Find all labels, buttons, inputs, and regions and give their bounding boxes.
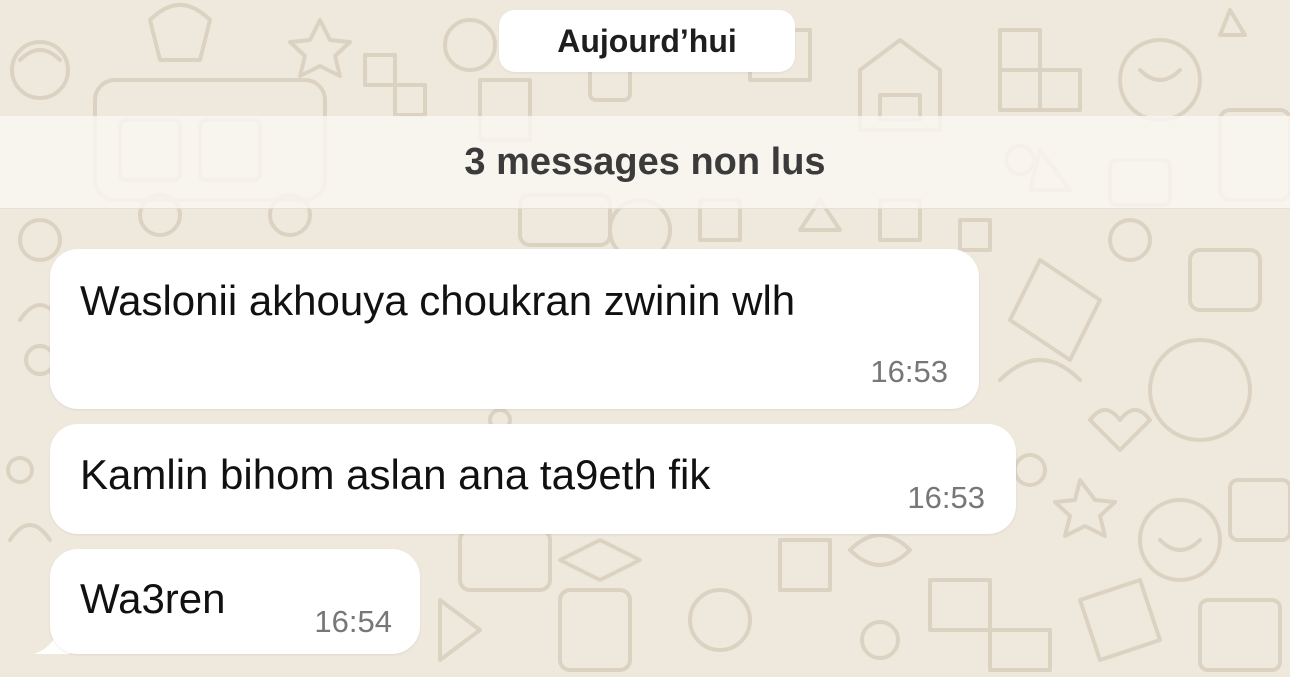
message-bubble[interactable]: Kamlin bihom aslan ana ta9eth fik 16:53 bbox=[50, 424, 1016, 534]
message-text: Waslonii akhouya choukran zwinin wlh bbox=[80, 277, 796, 324]
message-text: Kamlin bihom aslan ana ta9eth fik bbox=[80, 451, 711, 498]
message-text: Wa3ren bbox=[80, 575, 226, 622]
message-timestamp: 16:53 bbox=[907, 480, 985, 515]
message-timestamp: 16:54 bbox=[314, 604, 392, 639]
message-bubble[interactable]: Wa3ren 16:54 bbox=[50, 549, 420, 654]
message-bubble[interactable]: Waslonii akhouya choukran zwinin wlh 16:… bbox=[50, 249, 979, 409]
unread-messages-banner: 3 messages non lus bbox=[0, 116, 1290, 209]
date-separator: Aujourd’hui bbox=[499, 10, 795, 72]
message-timestamp: 16:53 bbox=[870, 354, 948, 389]
